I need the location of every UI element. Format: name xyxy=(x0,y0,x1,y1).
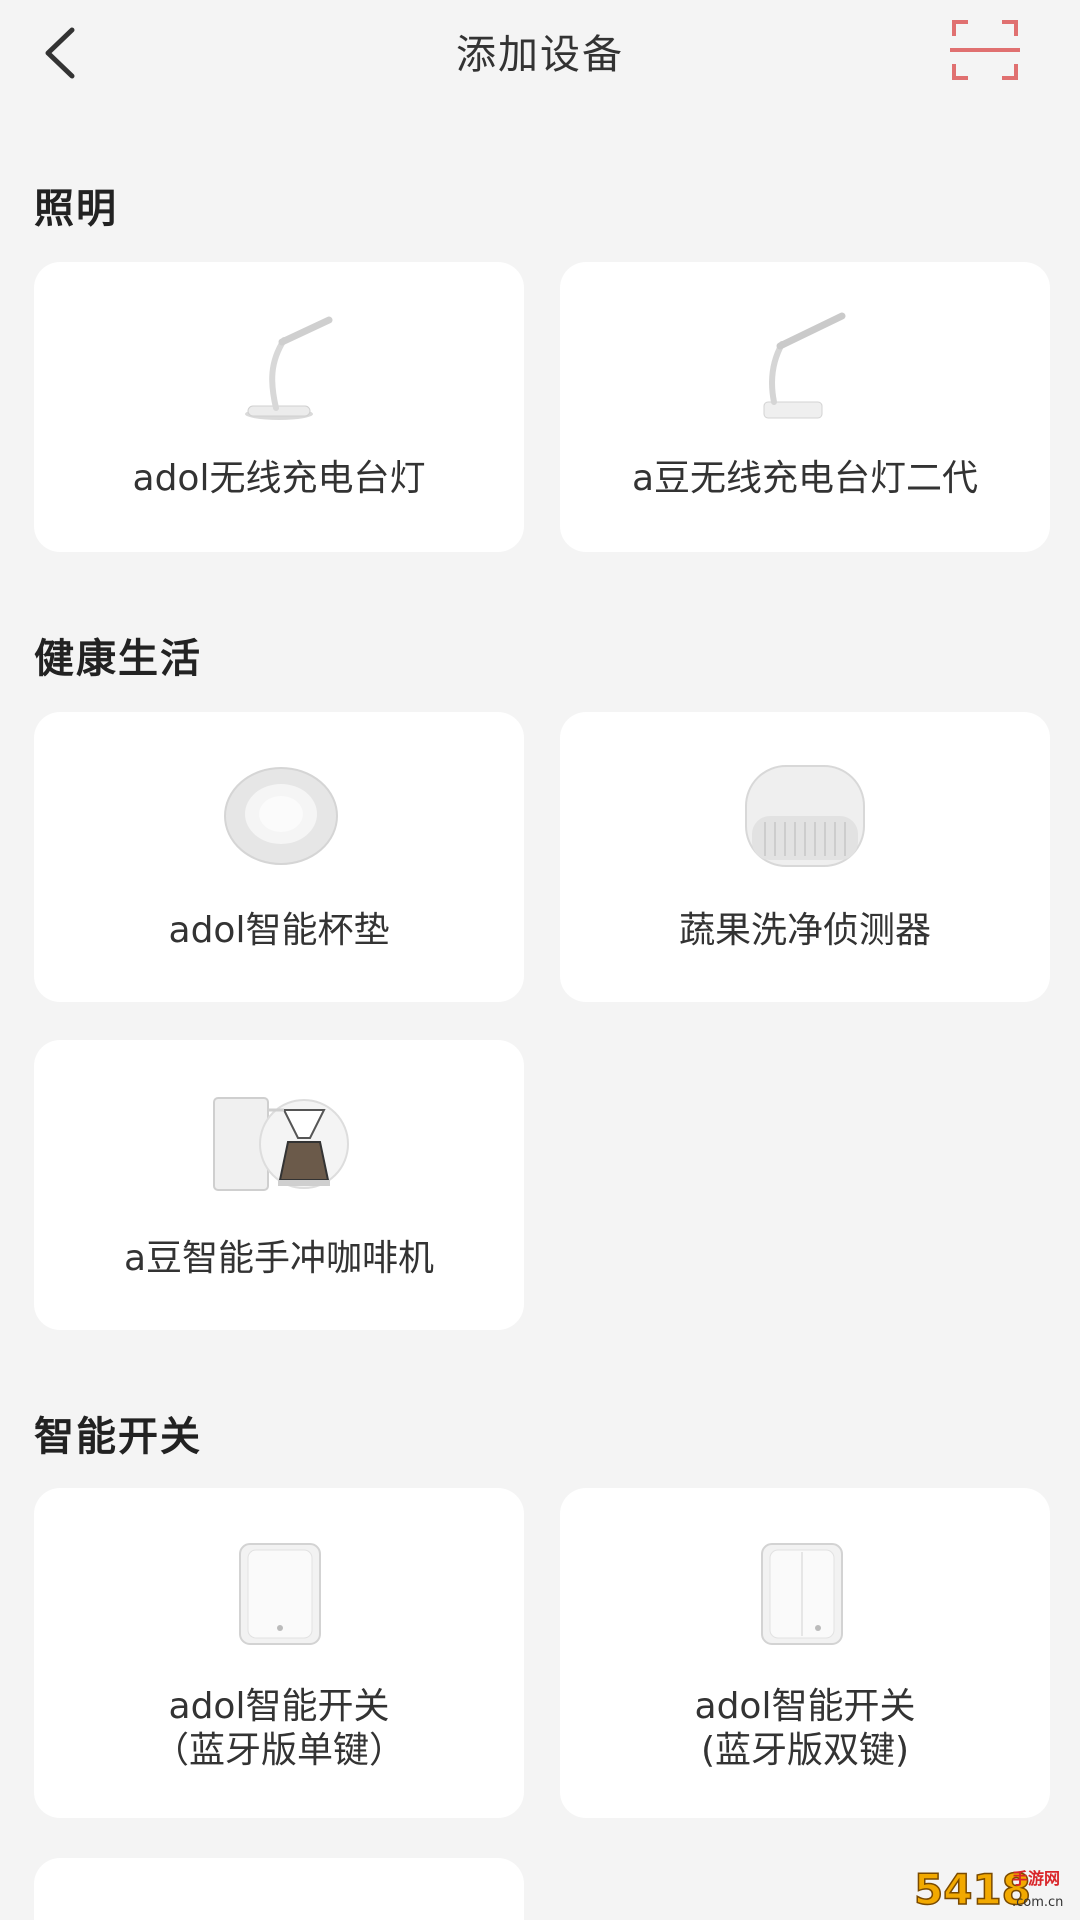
top-bar: 添加设备 xyxy=(0,0,1080,110)
device-name: a豆无线充电台灯二代 xyxy=(631,458,979,499)
produce-detector-image xyxy=(560,752,1050,867)
device-name: a豆智能手冲咖啡机 xyxy=(123,1238,435,1279)
section-title-health: 健康生活 xyxy=(34,636,202,682)
device-card-adou-lamp-gen2[interactable]: a豆无线充电台灯二代 xyxy=(560,262,1050,552)
device-name: adol智能杯垫 xyxy=(168,910,390,951)
device-name: adol智能开关 xyxy=(694,1686,916,1727)
watermark-domain: .com.cn xyxy=(1012,1895,1063,1910)
scan-button[interactable] xyxy=(950,18,1020,82)
device-subname: (蓝牙版双键) xyxy=(700,1730,910,1771)
device-subname: （蓝牙版单键） xyxy=(152,1730,405,1771)
device-card-cup-coaster[interactable]: adol智能杯垫 xyxy=(34,712,524,1002)
section-title-lighting: 照明 xyxy=(34,186,118,232)
device-card-switch-single[interactable]: adol智能开关 （蓝牙版单键） xyxy=(34,1488,524,1818)
cup-coaster-image xyxy=(34,752,524,865)
desk-lamp-image xyxy=(560,302,1050,419)
wall-switch-image xyxy=(560,1528,1050,1645)
device-card-adol-lamp[interactable]: adol无线充电台灯 xyxy=(34,262,524,552)
wall-switch-image xyxy=(34,1528,524,1645)
watermark-subtext: 手游网 xyxy=(1012,1869,1060,1888)
device-name: adol无线充电台灯 xyxy=(132,458,426,499)
device-name: 蔬果洗净侦测器 xyxy=(678,910,931,951)
scan-icon xyxy=(950,20,1020,80)
coffee-machine-image xyxy=(34,1080,524,1191)
section-title-smart-switch: 智能开关 xyxy=(34,1414,202,1460)
device-card-produce-detector[interactable]: 蔬果洗净侦测器 xyxy=(560,712,1050,1002)
device-name: adol智能开关 xyxy=(168,1686,390,1727)
page-title: 添加设备 xyxy=(456,32,624,78)
device-card-switch-double[interactable]: adol智能开关 (蓝牙版双键) xyxy=(560,1488,1050,1818)
device-card-coffee-machine[interactable]: a豆智能手冲咖啡机 xyxy=(34,1040,524,1330)
desk-lamp-image xyxy=(34,302,524,420)
device-card-partial[interactable] xyxy=(34,1858,524,1920)
site-watermark-logo: 5418 手游网 .com.cn xyxy=(912,1860,1072,1916)
